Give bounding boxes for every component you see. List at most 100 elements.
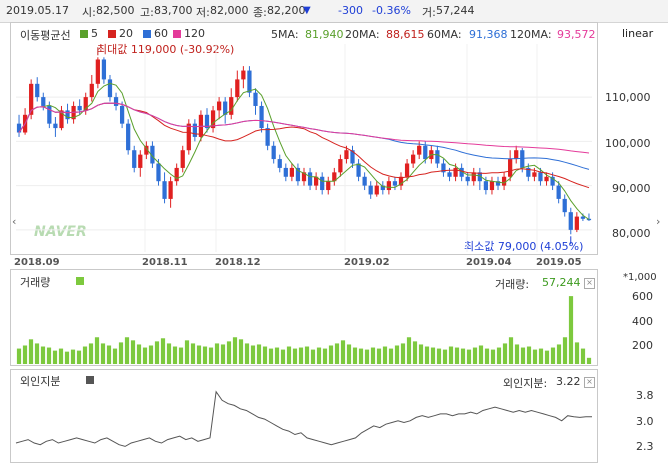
volume-bar [106, 345, 112, 364]
candle-body [247, 70, 252, 93]
stock-chart: 2019.05.17 시: 82,500 고: 83,700 저: 82,000… [0, 0, 668, 463]
candle-body [489, 181, 495, 191]
volume-bar [250, 345, 256, 364]
volume-bar [472, 347, 478, 364]
volume-bar [496, 347, 502, 364]
volume-bar [70, 349, 76, 364]
volume-bar [94, 337, 100, 364]
candle-body [101, 59, 107, 80]
candle-body [568, 212, 573, 230]
candle-body [119, 105, 125, 124]
candle-body [465, 176, 470, 182]
volume-bar [238, 339, 244, 364]
volume-bar [310, 349, 316, 364]
volume-bar [394, 345, 400, 364]
candle-body [241, 70, 246, 80]
candle-body [180, 150, 185, 168]
volume-bar [364, 349, 370, 364]
volume-bar [124, 337, 130, 364]
volume-bar [160, 338, 166, 364]
volume-bar [382, 346, 388, 364]
volume-bar [526, 346, 532, 364]
volume-bar [196, 345, 202, 364]
candle-body [259, 105, 264, 129]
volume-bar [190, 343, 196, 364]
volume-bar [208, 347, 214, 364]
candle-body [283, 167, 288, 177]
volume-bar [430, 347, 436, 364]
candle-body [113, 97, 119, 106]
volume-bar [148, 345, 154, 364]
candle-body [483, 181, 489, 191]
volume-bar [298, 347, 304, 364]
candle-body [508, 159, 513, 177]
volume-bar [376, 348, 382, 364]
volume-bar [412, 341, 418, 364]
volume-bar [514, 344, 520, 364]
volume-bar [352, 347, 358, 364]
volume-bar [262, 346, 268, 364]
candle-body [326, 181, 331, 191]
volume-bar [448, 346, 454, 364]
volume-bar [268, 348, 274, 364]
volume-bar [340, 340, 346, 364]
candle-body [156, 163, 161, 182]
candle-body [392, 181, 398, 186]
candle-body [307, 172, 313, 186]
candle-body [138, 154, 143, 168]
candle-body [265, 128, 270, 146]
candle-body [77, 105, 82, 111]
volume-bar [88, 343, 94, 364]
volume-bar [220, 344, 226, 364]
volume-bar [388, 348, 394, 364]
candle-body [235, 79, 240, 98]
candle-body [338, 159, 343, 173]
volume-bar [418, 344, 424, 364]
ma120-line [18, 102, 590, 154]
volume-bar [184, 340, 190, 364]
candle-body [95, 59, 100, 84]
volume-bar [568, 296, 574, 364]
candle-body [216, 101, 222, 111]
volume-bar [142, 347, 148, 364]
volume-bar [226, 341, 232, 364]
candle-body [404, 163, 410, 177]
candle-body [435, 150, 440, 164]
candle-body [320, 176, 325, 191]
candle-body [289, 167, 294, 177]
ma60-line [18, 102, 590, 170]
volume-bar [400, 343, 406, 364]
volume-bar [328, 345, 334, 364]
candle-body [453, 167, 458, 177]
candle-body [411, 154, 416, 164]
candle-body [174, 167, 179, 182]
volume-bar [178, 347, 184, 364]
volume-bar [334, 343, 340, 364]
candle-body [362, 176, 367, 186]
candle-body [447, 172, 452, 177]
volume-bar [100, 343, 106, 364]
candle-body [386, 181, 392, 191]
candle-body [514, 150, 519, 160]
volume-bar [442, 349, 448, 364]
volume-bar [460, 348, 466, 364]
candle-body [417, 145, 422, 155]
volume-bar [406, 337, 412, 364]
candle-body [544, 176, 549, 182]
candle-body [41, 97, 46, 106]
volume-bar [586, 357, 592, 364]
candle-body [520, 150, 525, 168]
volume-bar [502, 343, 508, 364]
volume-bar [130, 340, 136, 364]
volume-bar [544, 350, 550, 364]
volume-bar [256, 344, 262, 364]
volume-bar [520, 347, 526, 364]
candle-body [162, 181, 167, 199]
volume-bar [172, 346, 178, 364]
volume-bar [28, 339, 34, 364]
candle-body [168, 181, 173, 199]
volume-bar [508, 337, 514, 364]
foreign-line [15, 390, 592, 447]
candle-body [532, 172, 537, 177]
volume-bar [580, 348, 586, 364]
